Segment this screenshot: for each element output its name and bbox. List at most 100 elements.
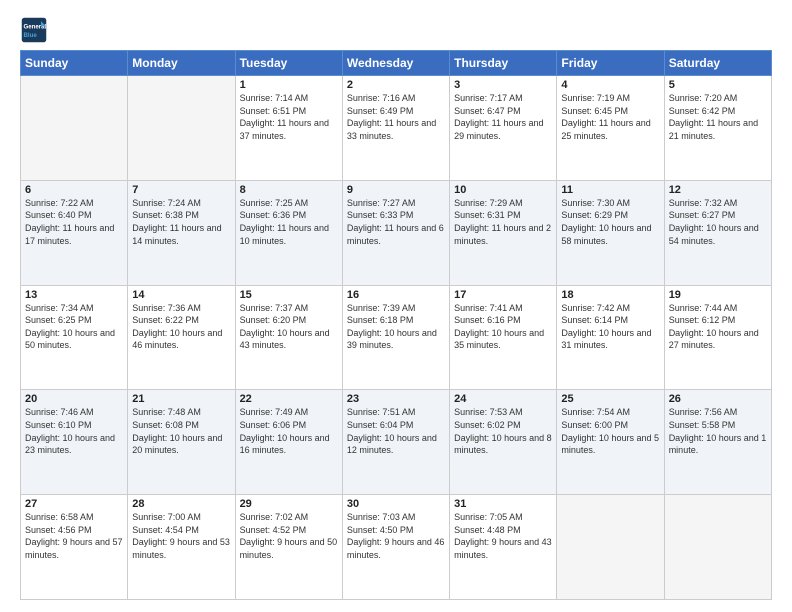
calendar-cell bbox=[557, 495, 664, 600]
day-number: 28 bbox=[132, 498, 230, 510]
day-number: 30 bbox=[347, 498, 445, 510]
day-header-sunday: Sunday bbox=[21, 51, 128, 76]
cell-text: Sunrise: 7:41 AM Sunset: 6:16 PM Dayligh… bbox=[454, 302, 552, 352]
logo-icon: General Blue bbox=[20, 16, 48, 44]
cell-text: Sunrise: 7:54 AM Sunset: 6:00 PM Dayligh… bbox=[561, 406, 659, 456]
day-number: 12 bbox=[669, 184, 767, 196]
calendar-cell: 1Sunrise: 7:14 AM Sunset: 6:51 PM Daylig… bbox=[235, 76, 342, 181]
calendar-cell: 31Sunrise: 7:05 AM Sunset: 4:48 PM Dayli… bbox=[450, 495, 557, 600]
cell-text: Sunrise: 7:16 AM Sunset: 6:49 PM Dayligh… bbox=[347, 92, 445, 142]
header-row: SundayMondayTuesdayWednesdayThursdayFrid… bbox=[21, 51, 772, 76]
day-number: 25 bbox=[561, 393, 659, 405]
cell-text: Sunrise: 7:39 AM Sunset: 6:18 PM Dayligh… bbox=[347, 302, 445, 352]
cell-text: Sunrise: 7:00 AM Sunset: 4:54 PM Dayligh… bbox=[132, 511, 230, 561]
logo: General Blue bbox=[20, 16, 52, 44]
day-number: 21 bbox=[132, 393, 230, 405]
day-number: 18 bbox=[561, 289, 659, 301]
cell-text: Sunrise: 7:19 AM Sunset: 6:45 PM Dayligh… bbox=[561, 92, 659, 142]
day-number: 14 bbox=[132, 289, 230, 301]
day-number: 16 bbox=[347, 289, 445, 301]
day-number: 4 bbox=[561, 79, 659, 91]
day-number: 13 bbox=[25, 289, 123, 301]
cell-text: Sunrise: 7:25 AM Sunset: 6:36 PM Dayligh… bbox=[240, 197, 338, 247]
cell-text: Sunrise: 7:03 AM Sunset: 4:50 PM Dayligh… bbox=[347, 511, 445, 561]
cell-text: Sunrise: 7:37 AM Sunset: 6:20 PM Dayligh… bbox=[240, 302, 338, 352]
cell-text: Sunrise: 7:44 AM Sunset: 6:12 PM Dayligh… bbox=[669, 302, 767, 352]
day-number: 27 bbox=[25, 498, 123, 510]
day-number: 29 bbox=[240, 498, 338, 510]
calendar-cell bbox=[664, 495, 771, 600]
cell-text: Sunrise: 7:36 AM Sunset: 6:22 PM Dayligh… bbox=[132, 302, 230, 352]
day-number: 9 bbox=[347, 184, 445, 196]
cell-text: Sunrise: 7:49 AM Sunset: 6:06 PM Dayligh… bbox=[240, 406, 338, 456]
cell-text: Sunrise: 7:51 AM Sunset: 6:04 PM Dayligh… bbox=[347, 406, 445, 456]
calendar-cell: 22Sunrise: 7:49 AM Sunset: 6:06 PM Dayli… bbox=[235, 390, 342, 495]
day-number: 5 bbox=[669, 79, 767, 91]
calendar-week-5: 27Sunrise: 6:58 AM Sunset: 4:56 PM Dayli… bbox=[21, 495, 772, 600]
calendar-table: SundayMondayTuesdayWednesdayThursdayFrid… bbox=[20, 50, 772, 600]
cell-text: Sunrise: 7:05 AM Sunset: 4:48 PM Dayligh… bbox=[454, 511, 552, 561]
calendar-cell: 28Sunrise: 7:00 AM Sunset: 4:54 PM Dayli… bbox=[128, 495, 235, 600]
calendar-cell: 12Sunrise: 7:32 AM Sunset: 6:27 PM Dayli… bbox=[664, 180, 771, 285]
day-header-tuesday: Tuesday bbox=[235, 51, 342, 76]
cell-text: Sunrise: 7:29 AM Sunset: 6:31 PM Dayligh… bbox=[454, 197, 552, 247]
calendar-week-3: 13Sunrise: 7:34 AM Sunset: 6:25 PM Dayli… bbox=[21, 285, 772, 390]
calendar-cell: 7Sunrise: 7:24 AM Sunset: 6:38 PM Daylig… bbox=[128, 180, 235, 285]
cell-text: Sunrise: 7:56 AM Sunset: 5:58 PM Dayligh… bbox=[669, 406, 767, 456]
cell-text: Sunrise: 7:32 AM Sunset: 6:27 PM Dayligh… bbox=[669, 197, 767, 247]
day-number: 23 bbox=[347, 393, 445, 405]
calendar-cell: 9Sunrise: 7:27 AM Sunset: 6:33 PM Daylig… bbox=[342, 180, 449, 285]
cell-text: Sunrise: 7:30 AM Sunset: 6:29 PM Dayligh… bbox=[561, 197, 659, 247]
day-header-friday: Friday bbox=[557, 51, 664, 76]
calendar-cell: 29Sunrise: 7:02 AM Sunset: 4:52 PM Dayli… bbox=[235, 495, 342, 600]
calendar-cell: 24Sunrise: 7:53 AM Sunset: 6:02 PM Dayli… bbox=[450, 390, 557, 495]
calendar-cell: 27Sunrise: 6:58 AM Sunset: 4:56 PM Dayli… bbox=[21, 495, 128, 600]
day-number: 10 bbox=[454, 184, 552, 196]
calendar-cell: 30Sunrise: 7:03 AM Sunset: 4:50 PM Dayli… bbox=[342, 495, 449, 600]
cell-text: Sunrise: 6:58 AM Sunset: 4:56 PM Dayligh… bbox=[25, 511, 123, 561]
day-header-saturday: Saturday bbox=[664, 51, 771, 76]
day-number: 26 bbox=[669, 393, 767, 405]
calendar-cell: 25Sunrise: 7:54 AM Sunset: 6:00 PM Dayli… bbox=[557, 390, 664, 495]
cell-text: Sunrise: 7:46 AM Sunset: 6:10 PM Dayligh… bbox=[25, 406, 123, 456]
day-number: 20 bbox=[25, 393, 123, 405]
day-number: 8 bbox=[240, 184, 338, 196]
day-number: 31 bbox=[454, 498, 552, 510]
day-header-wednesday: Wednesday bbox=[342, 51, 449, 76]
calendar-cell: 13Sunrise: 7:34 AM Sunset: 6:25 PM Dayli… bbox=[21, 285, 128, 390]
calendar-week-1: 1Sunrise: 7:14 AM Sunset: 6:51 PM Daylig… bbox=[21, 76, 772, 181]
cell-text: Sunrise: 7:22 AM Sunset: 6:40 PM Dayligh… bbox=[25, 197, 123, 247]
cell-text: Sunrise: 7:24 AM Sunset: 6:38 PM Dayligh… bbox=[132, 197, 230, 247]
calendar-cell: 4Sunrise: 7:19 AM Sunset: 6:45 PM Daylig… bbox=[557, 76, 664, 181]
calendar-cell: 20Sunrise: 7:46 AM Sunset: 6:10 PM Dayli… bbox=[21, 390, 128, 495]
calendar-week-4: 20Sunrise: 7:46 AM Sunset: 6:10 PM Dayli… bbox=[21, 390, 772, 495]
day-number: 7 bbox=[132, 184, 230, 196]
day-number: 11 bbox=[561, 184, 659, 196]
calendar-cell bbox=[21, 76, 128, 181]
calendar-cell: 3Sunrise: 7:17 AM Sunset: 6:47 PM Daylig… bbox=[450, 76, 557, 181]
calendar-cell: 11Sunrise: 7:30 AM Sunset: 6:29 PM Dayli… bbox=[557, 180, 664, 285]
day-number: 15 bbox=[240, 289, 338, 301]
cell-text: Sunrise: 7:02 AM Sunset: 4:52 PM Dayligh… bbox=[240, 511, 338, 561]
calendar-cell: 17Sunrise: 7:41 AM Sunset: 6:16 PM Dayli… bbox=[450, 285, 557, 390]
cell-text: Sunrise: 7:53 AM Sunset: 6:02 PM Dayligh… bbox=[454, 406, 552, 456]
calendar-cell: 16Sunrise: 7:39 AM Sunset: 6:18 PM Dayli… bbox=[342, 285, 449, 390]
day-number: 1 bbox=[240, 79, 338, 91]
calendar-cell: 10Sunrise: 7:29 AM Sunset: 6:31 PM Dayli… bbox=[450, 180, 557, 285]
day-number: 6 bbox=[25, 184, 123, 196]
day-number: 3 bbox=[454, 79, 552, 91]
calendar-cell: 21Sunrise: 7:48 AM Sunset: 6:08 PM Dayli… bbox=[128, 390, 235, 495]
calendar-cell: 19Sunrise: 7:44 AM Sunset: 6:12 PM Dayli… bbox=[664, 285, 771, 390]
day-number: 22 bbox=[240, 393, 338, 405]
page: General Blue SundayMondayTuesdayWednesda… bbox=[0, 0, 792, 612]
day-number: 24 bbox=[454, 393, 552, 405]
header: General Blue bbox=[20, 16, 772, 44]
cell-text: Sunrise: 7:14 AM Sunset: 6:51 PM Dayligh… bbox=[240, 92, 338, 142]
calendar-cell: 6Sunrise: 7:22 AM Sunset: 6:40 PM Daylig… bbox=[21, 180, 128, 285]
cell-text: Sunrise: 7:48 AM Sunset: 6:08 PM Dayligh… bbox=[132, 406, 230, 456]
cell-text: Sunrise: 7:42 AM Sunset: 6:14 PM Dayligh… bbox=[561, 302, 659, 352]
calendar-cell: 2Sunrise: 7:16 AM Sunset: 6:49 PM Daylig… bbox=[342, 76, 449, 181]
svg-text:Blue: Blue bbox=[24, 32, 38, 39]
calendar-cell: 5Sunrise: 7:20 AM Sunset: 6:42 PM Daylig… bbox=[664, 76, 771, 181]
cell-text: Sunrise: 7:20 AM Sunset: 6:42 PM Dayligh… bbox=[669, 92, 767, 142]
